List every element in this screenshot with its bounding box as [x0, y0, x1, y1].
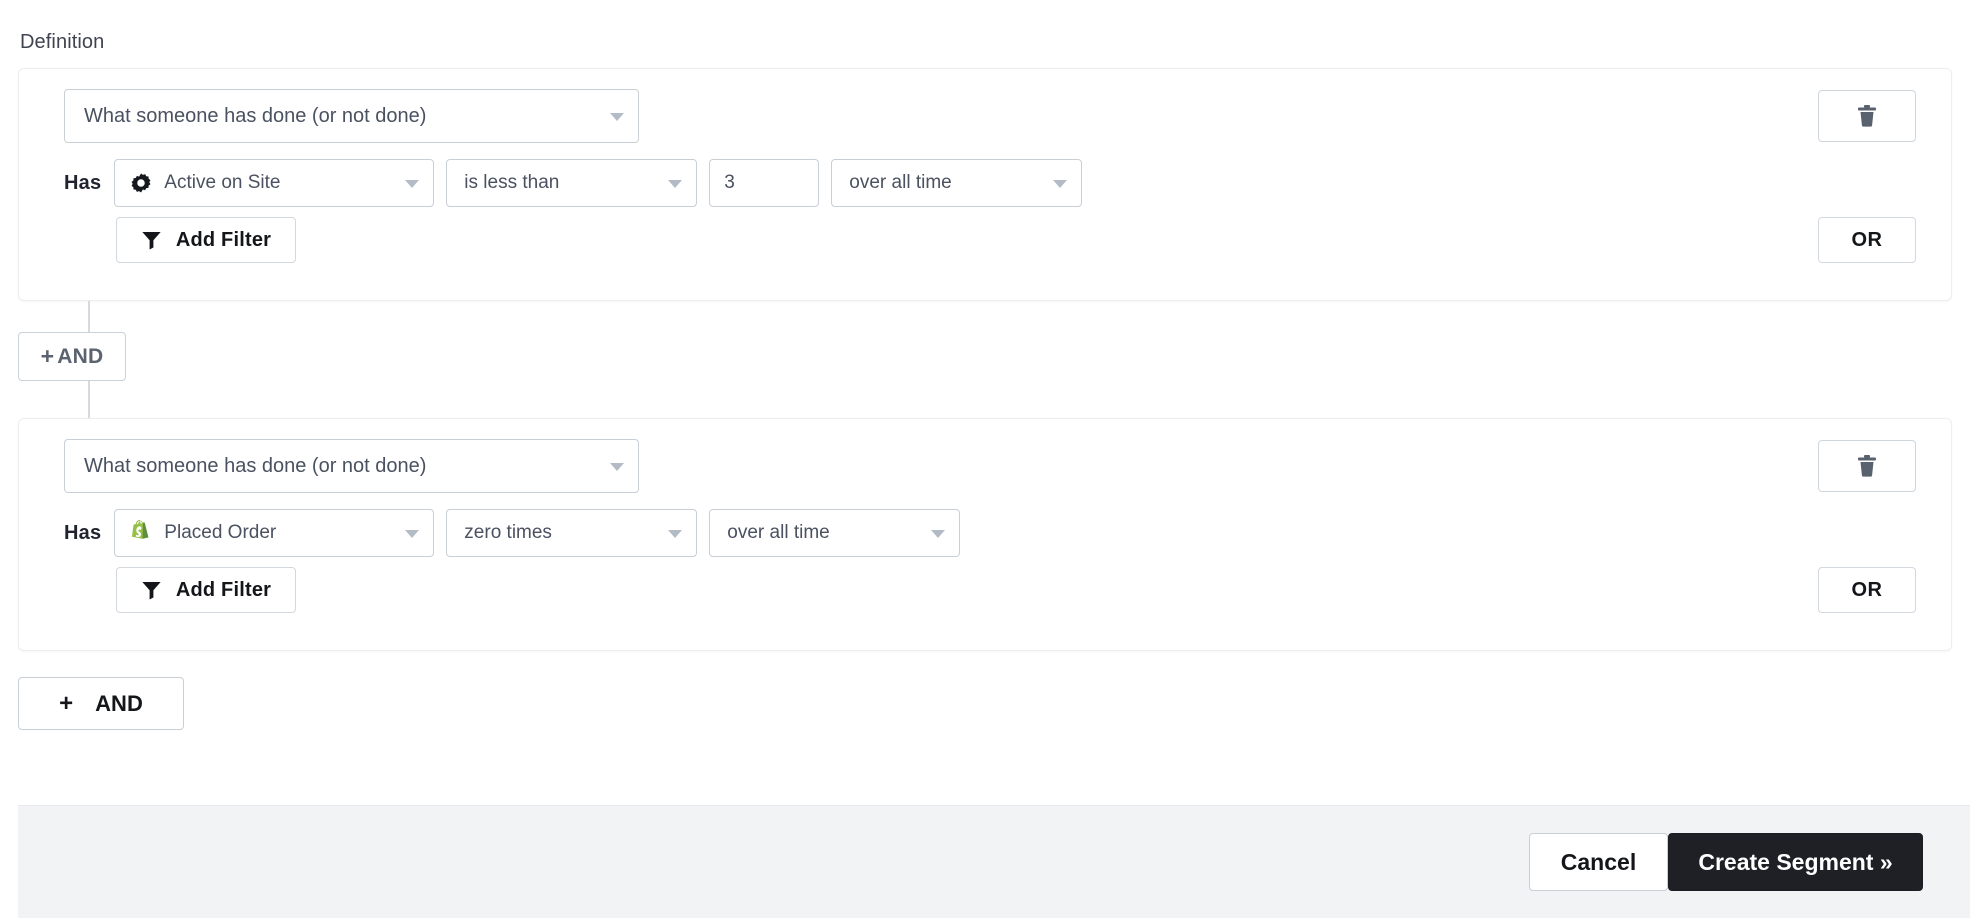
timeframe-select-value-2: over all time — [727, 522, 830, 543]
operator-select-2[interactable]: zero times — [446, 509, 698, 557]
or-button-2[interactable]: OR — [1818, 567, 1916, 613]
chevron-down-icon — [668, 180, 683, 188]
condition-type-select-2[interactable]: What someone has done (or not done) — [64, 439, 639, 493]
metric-select-2[interactable]: Placed Order — [114, 509, 435, 557]
or-label-2: OR — [1851, 578, 1883, 601]
footer-bar: Cancel Create Segment » — [18, 805, 1970, 918]
filter-row-1: Has Active on Site is less than 3 over a… — [64, 159, 1083, 207]
add-filter-label-2: Add Filter — [175, 578, 272, 601]
filter-row-2: Has Placed Order zero times over all tim… — [64, 509, 961, 557]
has-label-1: Has — [64, 171, 102, 194]
chevron-down-icon — [405, 180, 420, 188]
connector-line-bottom — [88, 381, 90, 418]
condition-type-select-value-1: What someone has done (or not done) — [84, 104, 427, 127]
filter-icon — [141, 580, 162, 600]
page-title: Definition — [20, 31, 105, 53]
timeframe-select-1[interactable]: over all time — [831, 159, 1083, 207]
timeframe-select-2[interactable]: over all time — [709, 509, 961, 557]
trash-icon — [1858, 105, 1876, 127]
and-pill-label: AND — [57, 344, 104, 368]
connector-line-top — [88, 301, 90, 332]
condition-card-2: What someone has done (or not done) Has — [18, 418, 1952, 651]
add-filter-row-1: Add Filter — [116, 217, 296, 263]
add-and-group-button[interactable]: + AND — [18, 332, 126, 381]
chevron-down-icon — [610, 463, 624, 471]
metric-select-1[interactable]: Active on Site — [114, 159, 435, 207]
create-segment-button[interactable]: Create Segment » — [1668, 833, 1923, 891]
metric-select-value-1: Active on Site — [164, 172, 281, 193]
condition-type-select-1[interactable]: What someone has done (or not done) — [64, 89, 639, 143]
or-label-1: OR — [1851, 228, 1883, 251]
add-and-condition-button[interactable]: + AND — [18, 677, 184, 730]
shopify-bag-icon — [129, 520, 153, 545]
operator-select-value-2: zero times — [464, 522, 552, 543]
condition-type-row-2: What someone has done (or not done) — [64, 439, 639, 493]
operator-select-value-1: is less than — [464, 172, 560, 193]
condition-type-row-1: What someone has done (or not done) — [64, 89, 639, 143]
chevron-down-icon — [668, 530, 683, 538]
condition-card-1: What someone has done (or not done) Has — [18, 68, 1952, 301]
condition-type-select-value-2: What someone has done (or not done) — [84, 454, 427, 477]
add-filter-row-2: Add Filter — [116, 567, 296, 613]
delete-condition-button-2[interactable] — [1818, 440, 1916, 492]
value-input-1[interactable]: 3 — [709, 159, 820, 207]
chevron-down-icon — [931, 530, 946, 538]
and-bottom-label: AND — [95, 690, 143, 716]
or-button-1[interactable]: OR — [1818, 217, 1916, 263]
add-filter-label-1: Add Filter — [175, 228, 272, 251]
timeframe-select-value-1: over all time — [849, 172, 952, 193]
gear-icon — [129, 171, 153, 195]
add-filter-button-2[interactable]: Add Filter — [116, 567, 296, 613]
value-input-text-1: 3 — [724, 172, 735, 193]
has-label-2: Has — [64, 521, 102, 544]
add-filter-button-1[interactable]: Add Filter — [116, 217, 296, 263]
create-segment-button-label: Create Segment » — [1698, 848, 1893, 875]
filter-icon — [141, 230, 162, 250]
cancel-button[interactable]: Cancel — [1529, 833, 1668, 891]
plus-icon: + — [59, 689, 74, 717]
chevron-down-icon — [610, 113, 624, 121]
plus-icon: + — [40, 343, 55, 369]
trash-icon — [1858, 455, 1876, 477]
cancel-button-label: Cancel — [1560, 848, 1637, 875]
chevron-down-icon — [405, 530, 420, 538]
metric-select-value-2: Placed Order — [164, 522, 277, 543]
delete-condition-button-1[interactable] — [1818, 90, 1916, 142]
operator-select-1[interactable]: is less than — [446, 159, 698, 207]
segment-definition-builder: Definition What someone has done (or not… — [0, 0, 1970, 918]
chevron-down-icon — [1053, 180, 1068, 188]
